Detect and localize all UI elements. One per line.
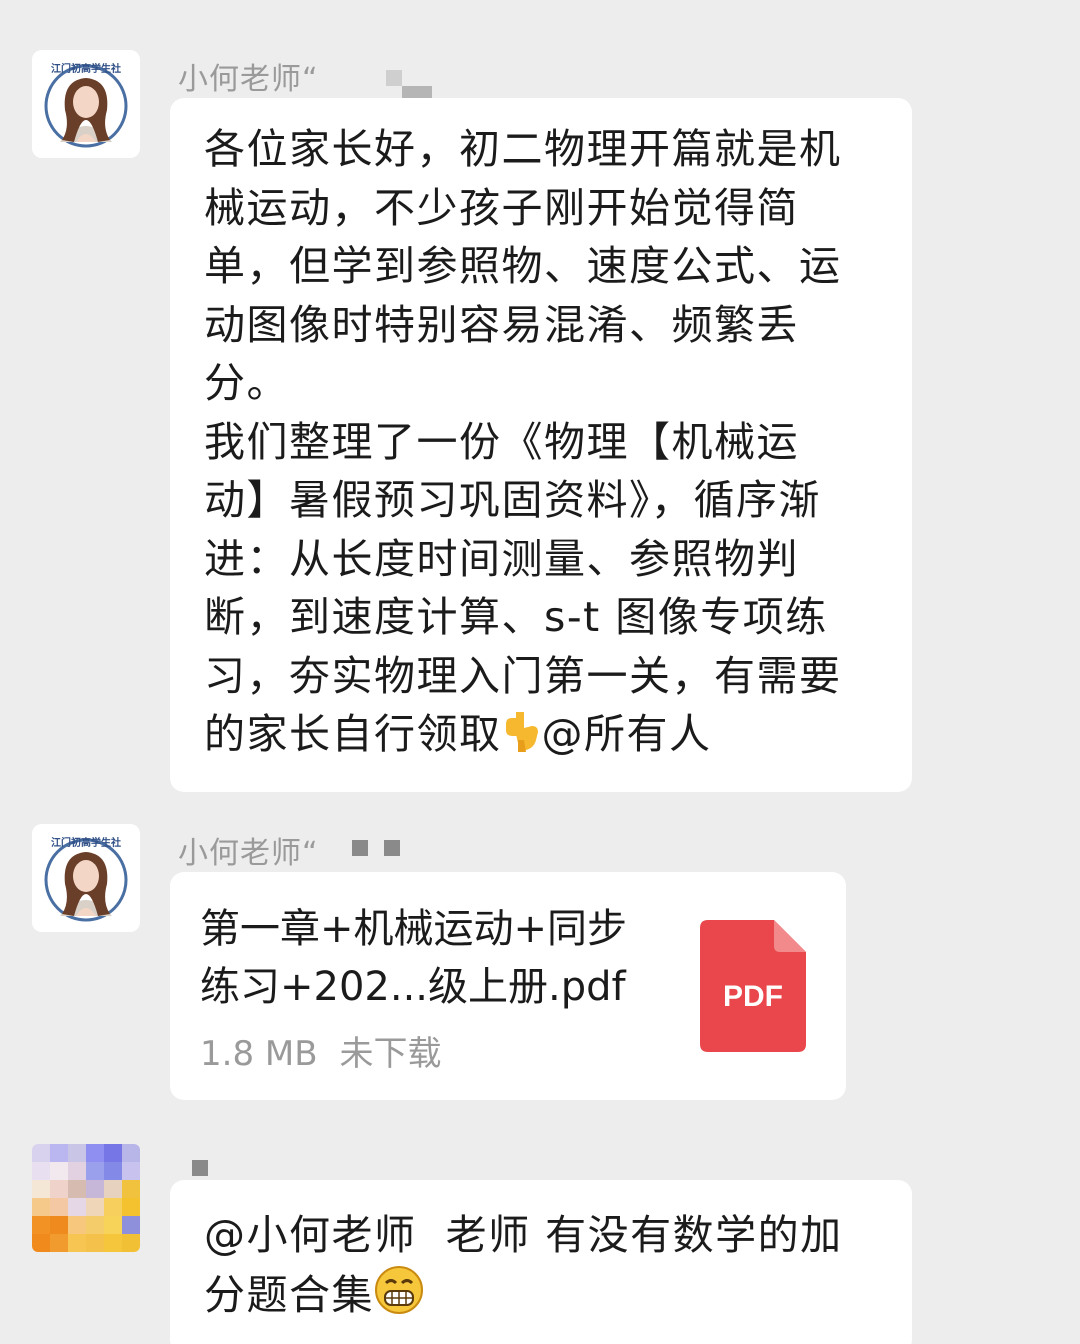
message-2: 江门初高学生社 小何老师“ 第一章+机械运动+同步 练习+202...级上册.p… [0, 800, 1080, 1110]
message-bubble[interactable]: 各位家长好，初二物理开篇就是机 械运动，不少孩子刚开始觉得简 单，但学到参照物、… [170, 98, 912, 792]
message-line: 进：从长度时间测量、参照物判 [204, 534, 799, 583]
file-name-line: 练习+202...级上册.pdf [200, 964, 626, 1010]
redacted-pixel [192, 1160, 208, 1176]
pointing-down-emoji [502, 710, 542, 770]
message-line: 断，到速度计算、s-t 图像专项练 [204, 593, 828, 641]
message-line: 械运动，不少孩子刚开始觉得简 [204, 183, 799, 232]
message-line: @小何老师 老师 有没有数学的加 [204, 1211, 843, 1259]
message-line: 单，但学到参照物、速度公式、运 [204, 242, 842, 290]
message-line: 习，夯实物理入门第一关，有需要 [204, 651, 842, 700]
file-meta: 1.8 MB 未下载 [200, 1026, 442, 1075]
sender-avatar[interactable]: 江门初高学生社 [32, 824, 140, 932]
file-name: 第一章+机械运动+同步 练习+202...级上册.pdf [200, 900, 680, 1016]
message-text: @小何老师 老师 有没有数学的加 分题合集 [204, 1206, 843, 1330]
chat-window: 江门初高学生社 小何老师“ 各位家长好，初二物理开篇就是机 械运动，不少孩子刚开… [0, 0, 1080, 1344]
sender-name: 小何老师“ [178, 62, 319, 97]
download-status: 未下载 [339, 1034, 442, 1074]
sender-avatar[interactable]: 江门初高学生社 [32, 50, 140, 158]
message-line: 的家长自行领取 [204, 710, 502, 758]
file-name-line: 第一章+机械运动+同步 [200, 906, 628, 952]
message-3: @小何老师 老师 有没有数学的加 分题合集 [0, 1110, 1080, 1344]
redacted-pixel [386, 70, 402, 86]
message-bubble[interactable]: @小何老师 老师 有没有数学的加 分题合集 [170, 1180, 912, 1344]
message-line: 动】暑假预习巩固资料》，循序渐 [204, 476, 821, 524]
teacher-avatar-icon: 江门初高学生社 [32, 824, 140, 932]
teacher-avatar-icon: 江门初高学生社 [32, 50, 140, 158]
svg-text:江门初高学生社: 江门初高学生社 [51, 62, 121, 75]
sender-name: 小何老师“ [178, 836, 319, 871]
mention-all[interactable]: @所有人 [542, 710, 712, 758]
message-text: 各位家长好，初二物理开篇就是机 械运动，不少孩子刚开始觉得简 单，但学到参照物、… [204, 120, 842, 770]
redacted-pixel [384, 840, 400, 856]
message-line: 各位家长好，初二物理开篇就是机 [204, 125, 842, 173]
grinning-emoji [374, 1265, 424, 1331]
message-line: 分题合集 [204, 1270, 374, 1319]
message-line: 动图像时特别容易混淆、频繁丢 [204, 300, 799, 349]
file-size: 1.8 MB [200, 1034, 318, 1074]
message-line: 分。 [204, 359, 289, 407]
user-avatar[interactable] [32, 1144, 140, 1252]
pixelated-avatar-icon [32, 1144, 140, 1252]
svg-text:江门初高学生社: 江门初高学生社 [51, 836, 121, 849]
pdf-file-icon: PDF [700, 920, 806, 1052]
file-message-bubble[interactable]: 第一章+机械运动+同步 练习+202...级上册.pdf 1.8 MB 未下载 P… [170, 872, 846, 1100]
redacted-pixel [352, 840, 368, 856]
message-1: 江门初高学生社 小何老师“ 各位家长好，初二物理开篇就是机 械运动，不少孩子刚开… [0, 0, 1080, 800]
message-line: 我们整理了一份《物理【机械运 [204, 417, 799, 466]
pdf-type-label: PDF [723, 980, 783, 1013]
